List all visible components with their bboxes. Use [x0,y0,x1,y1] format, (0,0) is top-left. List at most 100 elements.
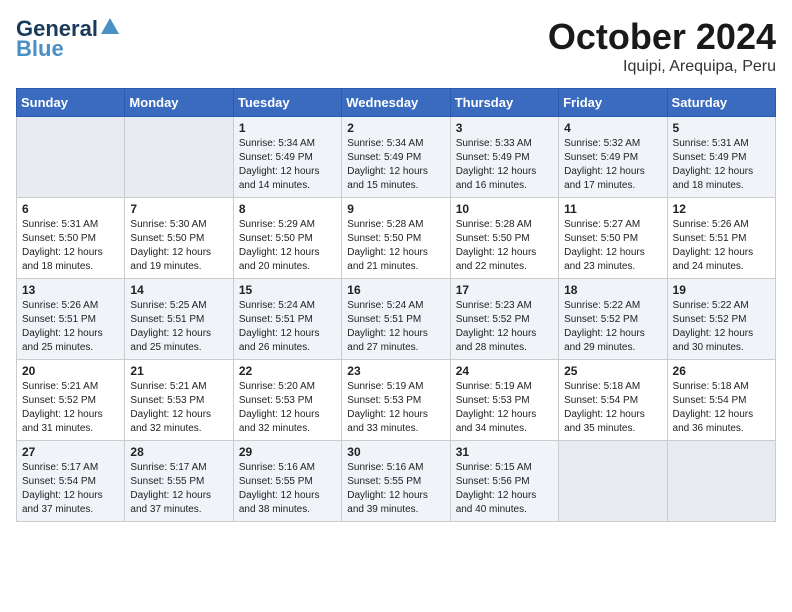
day-number: 4 [564,121,661,135]
calendar-cell: 21 Sunrise: 5:21 AMSunset: 5:53 PMDayligh… [125,360,233,441]
weekday-friday: Friday [559,89,667,117]
day-number: 23 [347,364,444,378]
cell-content: Sunrise: 5:31 AMSunset: 5:49 PMDaylight:… [673,137,770,193]
calendar-cell: 2 Sunrise: 5:34 AMSunset: 5:49 PMDaylight… [342,117,450,198]
cell-content: Sunrise: 5:26 AMSunset: 5:51 PMDaylight:… [673,218,770,274]
calendar-cell: 13 Sunrise: 5:26 AMSunset: 5:51 PMDayligh… [17,279,125,360]
cell-content: Sunrise: 5:28 AMSunset: 5:50 PMDaylight:… [456,218,553,274]
calendar-cell: 10 Sunrise: 5:28 AMSunset: 5:50 PMDayligh… [450,198,558,279]
day-number: 13 [22,283,119,297]
cell-content: Sunrise: 5:33 AMSunset: 5:49 PMDaylight:… [456,137,553,193]
day-number: 17 [456,283,553,297]
cell-content: Sunrise: 5:28 AMSunset: 5:50 PMDaylight:… [347,218,444,274]
cell-content: Sunrise: 5:16 AMSunset: 5:55 PMDaylight:… [347,461,444,517]
cell-content: Sunrise: 5:18 AMSunset: 5:54 PMDaylight:… [673,380,770,436]
calendar-cell: 4 Sunrise: 5:32 AMSunset: 5:49 PMDaylight… [559,117,667,198]
calendar-cell: 30 Sunrise: 5:16 AMSunset: 5:55 PMDayligh… [342,441,450,522]
month-title: October 2024 [548,16,776,58]
weekday-sunday: Sunday [17,89,125,117]
weekday-tuesday: Tuesday [233,89,341,117]
cell-content: Sunrise: 5:23 AMSunset: 5:52 PMDaylight:… [456,299,553,355]
cell-content: Sunrise: 5:16 AMSunset: 5:55 PMDaylight:… [239,461,336,517]
weekday-monday: Monday [125,89,233,117]
day-number: 12 [673,202,770,216]
day-number: 7 [130,202,227,216]
calendar-table: SundayMondayTuesdayWednesdayThursdayFrid… [16,88,776,522]
calendar-cell: 24 Sunrise: 5:19 AMSunset: 5:53 PMDayligh… [450,360,558,441]
logo-icon [99,16,121,38]
day-number: 1 [239,121,336,135]
calendar-cell: 28 Sunrise: 5:17 AMSunset: 5:55 PMDayligh… [125,441,233,522]
calendar-cell: 7Sunrise: 5:30 AMSunset: 5:50 PMDaylight… [125,198,233,279]
weekday-wednesday: Wednesday [342,89,450,117]
cell-content: Sunrise: 5:20 AMSunset: 5:53 PMDaylight:… [239,380,336,436]
day-number: 18 [564,283,661,297]
calendar-cell: 5Sunrise: 5:31 AMSunset: 5:49 PMDaylight… [667,117,775,198]
cell-content: Sunrise: 5:25 AMSunset: 5:51 PMDaylight:… [130,299,227,355]
cell-content: Sunrise: 5:19 AMSunset: 5:53 PMDaylight:… [456,380,553,436]
weekday-saturday: Saturday [667,89,775,117]
calendar-cell: 17 Sunrise: 5:23 AMSunset: 5:52 PMDayligh… [450,279,558,360]
day-number: 2 [347,121,444,135]
day-number: 3 [456,121,553,135]
day-number: 16 [347,283,444,297]
calendar-cell: 15Sunrise: 5:24 AMSunset: 5:51 PMDayligh… [233,279,341,360]
day-number: 30 [347,445,444,459]
day-number: 22 [239,364,336,378]
day-number: 27 [22,445,119,459]
cell-content: Sunrise: 5:17 AMSunset: 5:55 PMDaylight:… [130,461,227,517]
day-number: 10 [456,202,553,216]
cell-content: Sunrise: 5:22 AMSunset: 5:52 PMDaylight:… [564,299,661,355]
calendar-cell: 29 Sunrise: 5:16 AMSunset: 5:55 PMDayligh… [233,441,341,522]
calendar-cell: 16Sunrise: 5:24 AMSunset: 5:51 PMDayligh… [342,279,450,360]
cell-content: Sunrise: 5:27 AMSunset: 5:50 PMDaylight:… [564,218,661,274]
calendar-cell: 22 Sunrise: 5:20 AMSunset: 5:53 PMDayligh… [233,360,341,441]
day-number: 25 [564,364,661,378]
day-number: 15 [239,283,336,297]
cell-content: Sunrise: 5:21 AMSunset: 5:53 PMDaylight:… [130,380,227,436]
calendar-cell: 23 Sunrise: 5:19 AMSunset: 5:53 PMDayligh… [342,360,450,441]
page-header: General Blue October 2024 Iquipi, Arequi… [16,16,776,76]
cell-content: Sunrise: 5:34 AMSunset: 5:49 PMDaylight:… [347,137,444,193]
title-section: October 2024 Iquipi, Arequipa, Peru [548,16,776,76]
week-row-3: 13 Sunrise: 5:26 AMSunset: 5:51 PMDayligh… [17,279,776,360]
calendar-body: 1 Sunrise: 5:34 AMSunset: 5:49 PMDaylight… [17,117,776,522]
calendar-cell [17,117,125,198]
calendar-cell: 18 Sunrise: 5:22 AMSunset: 5:52 PMDayligh… [559,279,667,360]
day-number: 8 [239,202,336,216]
day-number: 9 [347,202,444,216]
cell-content: Sunrise: 5:18 AMSunset: 5:54 PMDaylight:… [564,380,661,436]
week-row-4: 20Sunrise: 5:21 AMSunset: 5:52 PMDayligh… [17,360,776,441]
calendar-cell: 26Sunrise: 5:18 AMSunset: 5:54 PMDayligh… [667,360,775,441]
cell-content: Sunrise: 5:31 AMSunset: 5:50 PMDaylight:… [22,218,119,274]
cell-content: Sunrise: 5:26 AMSunset: 5:51 PMDaylight:… [22,299,119,355]
day-number: 21 [130,364,227,378]
cell-content: Sunrise: 5:19 AMSunset: 5:53 PMDaylight:… [347,380,444,436]
day-number: 20 [22,364,119,378]
day-number: 28 [130,445,227,459]
cell-content: Sunrise: 5:34 AMSunset: 5:49 PMDaylight:… [239,137,336,193]
calendar-cell [667,441,775,522]
day-number: 11 [564,202,661,216]
cell-content: Sunrise: 5:15 AMSunset: 5:56 PMDaylight:… [456,461,553,517]
day-number: 31 [456,445,553,459]
day-number: 14 [130,283,227,297]
location: Iquipi, Arequipa, Peru [548,58,776,76]
day-number: 24 [456,364,553,378]
logo: General Blue [16,16,121,62]
calendar-cell [559,441,667,522]
calendar-cell: 3 Sunrise: 5:33 AMSunset: 5:49 PMDaylight… [450,117,558,198]
day-number: 6 [22,202,119,216]
calendar-cell [125,117,233,198]
calendar-cell: 25 Sunrise: 5:18 AMSunset: 5:54 PMDayligh… [559,360,667,441]
day-number: 19 [673,283,770,297]
day-number: 29 [239,445,336,459]
calendar-cell: 31 Sunrise: 5:15 AMSunset: 5:56 PMDayligh… [450,441,558,522]
calendar-cell: 27Sunrise: 5:17 AMSunset: 5:54 PMDayligh… [17,441,125,522]
cell-content: Sunrise: 5:32 AMSunset: 5:49 PMDaylight:… [564,137,661,193]
calendar-cell: 6 Sunrise: 5:31 AMSunset: 5:50 PMDaylight… [17,198,125,279]
weekday-thursday: Thursday [450,89,558,117]
week-row-5: 27Sunrise: 5:17 AMSunset: 5:54 PMDayligh… [17,441,776,522]
cell-content: Sunrise: 5:22 AMSunset: 5:52 PMDaylight:… [673,299,770,355]
calendar-cell: 11 Sunrise: 5:27 AMSunset: 5:50 PMDayligh… [559,198,667,279]
